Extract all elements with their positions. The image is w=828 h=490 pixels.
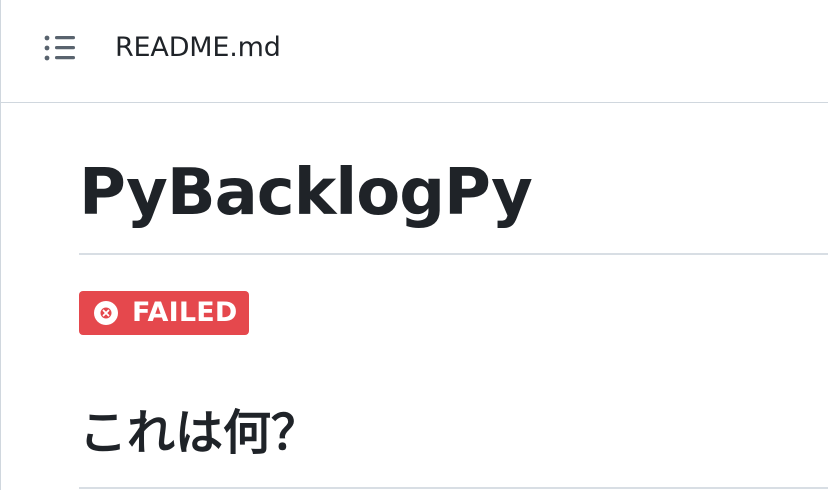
x-circle-icon bbox=[94, 301, 118, 325]
file-header: README.md bbox=[1, 0, 828, 103]
section-divider bbox=[79, 487, 828, 489]
page-title: PyBacklogPy bbox=[79, 156, 533, 230]
file-name: README.md bbox=[115, 32, 281, 63]
title-divider bbox=[79, 253, 828, 255]
status-badge-label: FAILED bbox=[132, 297, 238, 328]
build-status-badge[interactable]: FAILED bbox=[79, 291, 249, 335]
section-heading: これは何？ bbox=[79, 405, 320, 461]
readme-viewer: README.md PyBacklogPy FAILED これは何？ bbox=[0, 0, 828, 490]
table-of-contents-button[interactable] bbox=[35, 26, 83, 70]
list-unordered-icon bbox=[44, 35, 75, 61]
